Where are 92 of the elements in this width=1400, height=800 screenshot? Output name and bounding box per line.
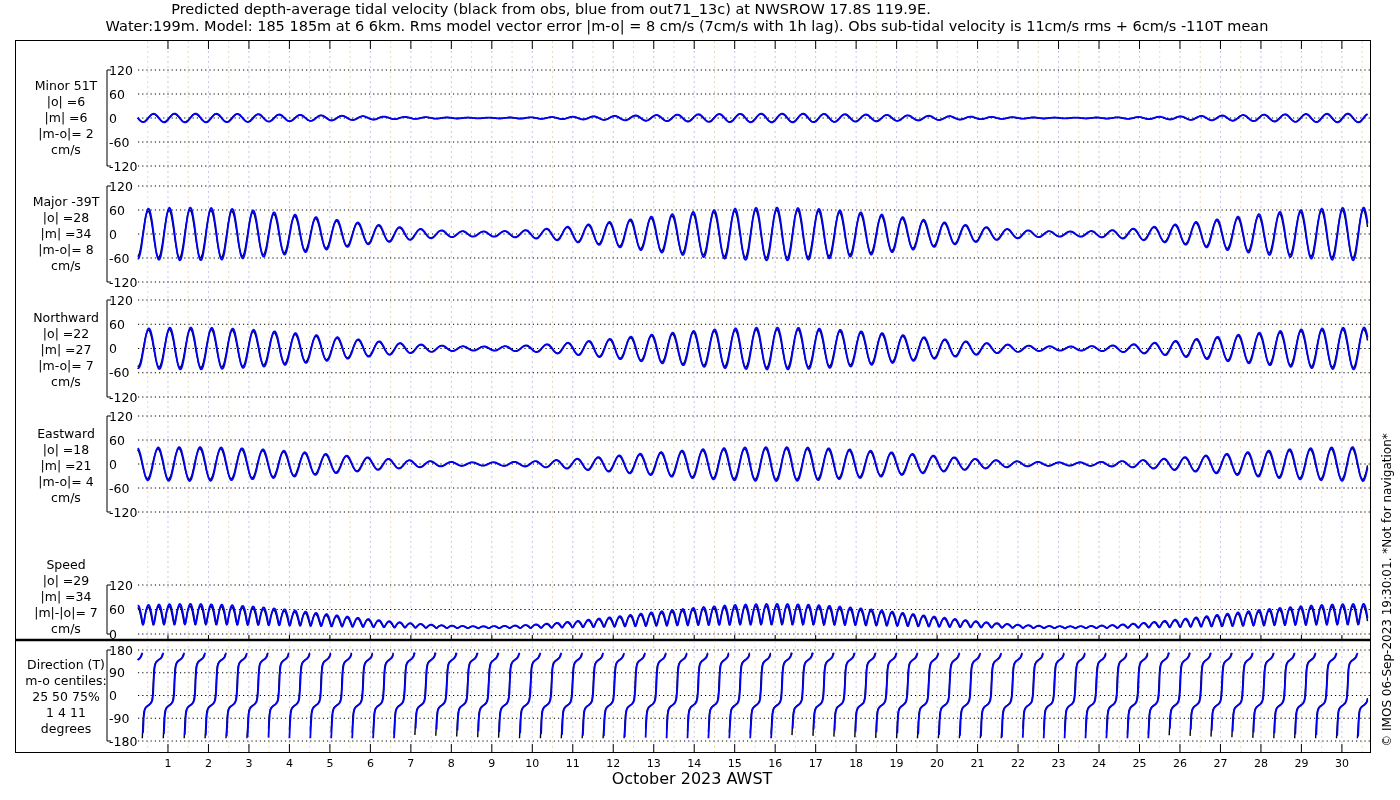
- panel-label: 1 4 11: [46, 705, 86, 720]
- y-tick-label: 60: [109, 602, 125, 617]
- y-tick-label: 0: [109, 341, 117, 356]
- panel-label: |m| =34: [40, 226, 92, 241]
- y-tick-label: 120: [109, 62, 133, 78]
- x-tick-label: 4: [285, 757, 293, 770]
- y-tick-label: -180: [109, 733, 138, 749]
- panel-label: Direction (T): [27, 657, 105, 672]
- y-tick-label: 180: [109, 642, 133, 658]
- panel-label: |m-o|= 2: [38, 126, 94, 141]
- y-tick-label: 60: [109, 432, 125, 448]
- y-tick-label: -60: [109, 134, 130, 150]
- x-tick-label: 11: [565, 757, 580, 770]
- y-tick-label: 60: [109, 86, 125, 102]
- y-tick-label: 0: [109, 456, 117, 472]
- panel-label: |m-o|= 8: [38, 242, 94, 257]
- panel-label: |o| =18: [42, 442, 90, 457]
- x-tick-label: 15: [727, 757, 742, 770]
- x-tick-label: 6: [366, 757, 374, 770]
- y-tick-label: 120: [109, 577, 133, 593]
- panel-label: m-o centiles:: [25, 673, 107, 688]
- y-tick-label: 120: [109, 408, 133, 424]
- x-tick-label: 13: [646, 757, 661, 770]
- y-tick-label: 0: [109, 688, 117, 703]
- x-tick-label: 27: [1213, 757, 1228, 770]
- y-tick-label: 0: [109, 226, 117, 242]
- panel-label: cm/s: [51, 621, 81, 636]
- y-tick-label: -60: [109, 365, 130, 381]
- x-tick-label: 30: [1334, 757, 1349, 770]
- panel-label: Major -39T: [32, 194, 100, 209]
- y-tick-label: 90: [109, 665, 125, 681]
- x-tick-label: 23: [1051, 757, 1066, 770]
- x-tick-label: 28: [1253, 757, 1268, 770]
- x-tick-label: 2: [204, 757, 212, 770]
- y-tick-label: 120: [109, 292, 133, 308]
- panel-label: Eastward: [37, 426, 95, 441]
- y-tick-label: -60: [109, 250, 130, 266]
- y-tick-label: -90: [109, 710, 130, 726]
- y-tick-label: -120: [109, 274, 138, 290]
- x-tick-label: 1: [164, 757, 172, 770]
- figure-title: Water:199m. Model: 185 185m at 6 6km. Rms model vector error |m-o| = 8 cm/s (7cm/s with 1h lag). Obs sub-tidal velocity is 11cm/s rms + 6cm/s -110T mean: [105, 18, 1269, 34]
- y-tick-label: 0: [109, 626, 117, 642]
- x-tick-label: 7: [407, 757, 415, 770]
- copyright-note: © IMOS 06-Sep-2023 19:30:01. *Not for navigation*: [1380, 433, 1394, 747]
- panel-label: |o| =28: [42, 210, 90, 225]
- x-tick-label: 10: [525, 757, 540, 770]
- panel-label: Northward: [33, 310, 99, 325]
- x-tick-label: 19: [889, 757, 904, 770]
- y-tick-label: 60: [109, 202, 125, 218]
- x-axis-title: October 2023 AWST: [611, 769, 773, 788]
- panel-label: |m-o|= 4: [38, 474, 94, 489]
- x-tick-label: 24: [1092, 757, 1106, 770]
- y-tick-label: -60: [109, 480, 130, 496]
- panel-label: |m| =6: [44, 110, 88, 125]
- panel-label: |m| =34: [40, 589, 92, 604]
- x-tick-label: 22: [1011, 757, 1026, 770]
- x-tick-label: 18: [849, 757, 864, 770]
- x-tick-label: 14: [687, 757, 702, 770]
- x-tick-label: 20: [930, 757, 945, 770]
- panel-label: Speed: [46, 557, 86, 572]
- x-tick-label: 8: [447, 757, 455, 770]
- panel-label: |m-o|= 7: [38, 358, 94, 373]
- y-tick-label: 60: [109, 316, 125, 332]
- panel-label: degrees: [40, 721, 92, 736]
- panel-label: |o| =29: [42, 573, 90, 588]
- panel-label: cm/s: [51, 142, 81, 157]
- x-tick-label: 5: [326, 757, 334, 770]
- y-tick-label: -120: [109, 158, 138, 174]
- x-tick-label: 16: [768, 757, 783, 770]
- y-tick-label: 0: [109, 110, 117, 126]
- panel-label: |m| =21: [40, 458, 92, 473]
- panel-label: cm/s: [51, 490, 81, 505]
- x-tick-label: 26: [1173, 757, 1187, 770]
- y-tick-label: -120: [109, 389, 138, 405]
- panel-label: |m| =27: [40, 342, 92, 357]
- figure-title: Predicted depth-average tidal velocity (black from obs, blue from out71_13c) at NWSROW 17.8S 119.9E.: [171, 1, 931, 17]
- panel-label: cm/s: [51, 374, 81, 389]
- panel-label: Minor 51T: [34, 78, 98, 93]
- x-tick-label: 17: [808, 757, 823, 770]
- x-tick-label: 25: [1132, 757, 1147, 770]
- x-tick-label: 12: [606, 757, 621, 770]
- y-tick-label: 120: [109, 178, 133, 194]
- x-tick-label: 29: [1294, 757, 1309, 770]
- panel-label: |o| =22: [42, 326, 90, 341]
- panel-label: |m|-|o|= 7: [34, 605, 98, 620]
- x-tick-label: 21: [970, 757, 985, 770]
- panel-label: cm/s: [51, 258, 81, 273]
- panel-label: 25 50 75%: [32, 689, 100, 704]
- x-tick-label: 3: [245, 757, 253, 770]
- y-tick-label: -120: [109, 504, 138, 520]
- panel-label: |o| =6: [46, 94, 86, 109]
- x-tick-label: 9: [488, 757, 496, 770]
